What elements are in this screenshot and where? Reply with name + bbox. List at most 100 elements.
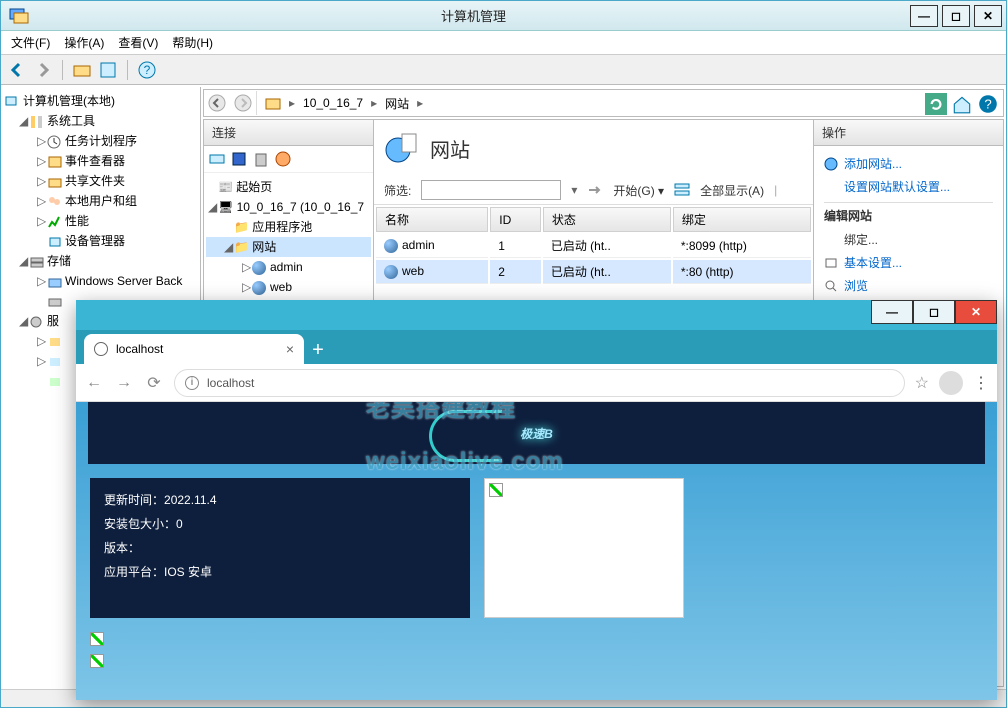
col-state[interactable]: 状态 [543, 207, 671, 232]
actions-header: 操作 [814, 120, 1003, 146]
folder-icon [261, 96, 285, 110]
sites-icon [384, 130, 420, 166]
window-title: 计算机管理 [441, 6, 506, 25]
iis-forward-button[interactable] [230, 91, 256, 115]
tree-root[interactable]: 计算机管理(本地) [3, 91, 198, 111]
col-binding[interactable]: 绑定 [673, 207, 811, 232]
tree-local-users[interactable]: ▷本地用户和组 [3, 191, 198, 211]
conn-save-icon[interactable] [230, 150, 248, 168]
conn-sites[interactable]: ◢📁 网站 [206, 237, 371, 257]
tree-shared-folders[interactable]: ▷共享文件夹 [3, 171, 198, 191]
table-row[interactable]: admin 1 已启动 (ht.. *:8099 (http) [376, 234, 811, 258]
menu-action[interactable]: 操作(A) [64, 34, 104, 51]
conn-start-page[interactable]: 📰 起始页 [206, 177, 371, 197]
tab-favicon-icon [94, 342, 108, 356]
sites-title: 网站 [430, 134, 470, 163]
table-row[interactable]: web 2 已启动 (ht.. *:80 (http) [376, 260, 811, 284]
conn-apppools[interactable]: 📁 应用程序池 [206, 217, 371, 237]
forward-icon[interactable] [33, 60, 53, 80]
forward-icon[interactable]: → [114, 374, 134, 392]
address-bar[interactable]: i localhost [174, 369, 905, 397]
broken-image-icon [90, 654, 104, 668]
conn-connect-icon[interactable] [208, 150, 226, 168]
browser-maximize-button[interactable]: ◻ [913, 300, 955, 324]
action-bindings[interactable]: 绑定... [824, 228, 993, 251]
browser-viewport[interactable]: 老吴搭建教程 weixiaolive.com 极速B 更新时间：2022.11.… [76, 402, 997, 700]
connections-toolbar [204, 146, 373, 173]
folder-up-icon[interactable] [72, 60, 92, 80]
iis-home-icon[interactable] [951, 93, 973, 113]
app-icon [7, 4, 31, 28]
iis-breadcrumb[interactable]: ▸ 10_0_16_7 ▸ 网站 ▸ [256, 91, 921, 115]
col-name[interactable]: 名称 [376, 207, 488, 232]
menu-file[interactable]: 文件(F) [11, 34, 50, 51]
iis-help-icon[interactable]: ? [977, 93, 999, 113]
tree-device-manager[interactable]: 设备管理器 [3, 231, 198, 251]
tree-task-scheduler[interactable]: ▷任务计划程序 [3, 131, 198, 151]
connections-header: 连接 [204, 120, 373, 146]
tree-performance[interactable]: ▷性能 [3, 211, 198, 231]
close-button[interactable]: ✕ [974, 5, 1002, 27]
new-tab-button[interactable]: + [304, 336, 332, 364]
tab-title: localhost [116, 342, 163, 356]
connections-tree[interactable]: 📰 起始页 ◢🖥 10_0_16_7 (10_0_16_7 📁 应用程序池 ◢📁… [204, 173, 373, 301]
browser-tab[interactable]: localhost × [84, 334, 304, 364]
tree-event-viewer[interactable]: ▷事件查看器 [3, 151, 198, 171]
minimize-button[interactable]: — [910, 5, 938, 27]
site-info-icon[interactable]: i [185, 376, 199, 390]
back-icon[interactable] [7, 60, 27, 80]
crumb-host[interactable]: 10_0_16_7 [299, 96, 367, 110]
action-add-site[interactable]: 添加网站... [824, 152, 993, 175]
filter-input[interactable] [421, 180, 561, 200]
action-site-defaults[interactable]: 设置网站默认设置... [824, 175, 993, 198]
maximize-button[interactable]: ◻ [942, 5, 970, 27]
action-basic-settings[interactable]: 基本设置... [824, 251, 993, 274]
filter-label: 筛选: [384, 182, 411, 199]
menu-help[interactable]: 帮助(H) [172, 34, 213, 51]
titlebar[interactable]: 计算机管理 — ◻ ✕ [1, 1, 1006, 31]
start-link[interactable]: 开始(G) ▾ [613, 182, 664, 199]
browser-close-button[interactable]: ✕ [955, 300, 997, 324]
iis-address-bar: ▸ 10_0_16_7 ▸ 网站 ▸ ? [203, 89, 1004, 117]
toolbar: ? [1, 55, 1006, 85]
browser-titlebar[interactable]: — ◻ ✕ [76, 300, 997, 330]
page-banner: 极速B [88, 402, 985, 464]
conn-delete-icon[interactable] [252, 150, 270, 168]
info-panel: 更新时间：2022.11.4 安装包大小：0 版本： 应用平台：IOS 安卓 [90, 478, 470, 618]
svg-text:?: ? [144, 63, 151, 77]
reload-icon[interactable]: ⟳ [144, 373, 164, 393]
tree-system-tools[interactable]: ◢系统工具 [3, 111, 198, 131]
showall-link[interactable]: 全部显示(A) [700, 182, 764, 199]
back-icon[interactable]: ← [84, 374, 104, 392]
profile-avatar[interactable] [939, 371, 963, 395]
broken-image-icon [90, 632, 104, 646]
broken-image-box [484, 478, 684, 618]
action-browse[interactable]: 浏览 [824, 274, 993, 297]
action-edit-site-header: 编辑网站 [824, 202, 993, 228]
col-id[interactable]: ID [490, 207, 541, 232]
url-text: localhost [207, 376, 254, 390]
sites-table[interactable]: 名称 ID 状态 绑定 admin 1 已启动 (ht.. *:8099 (ht… [374, 205, 813, 286]
help-icon[interactable]: ? [137, 60, 157, 80]
iis-refresh-icon[interactable] [925, 93, 947, 113]
iis-back-button[interactable] [204, 91, 230, 115]
browser-tabbar: localhost × + [76, 330, 997, 364]
tab-close-icon[interactable]: × [286, 341, 294, 357]
go-icon[interactable] [587, 182, 603, 198]
conn-site-admin[interactable]: ▷admin [206, 257, 371, 277]
crumb-sites[interactable]: 网站 [381, 95, 413, 112]
conn-site-web[interactable]: ▷web [206, 277, 371, 297]
conn-host[interactable]: ◢🖥 10_0_16_7 (10_0_16_7 [206, 197, 371, 217]
svg-text:?: ? [984, 96, 991, 111]
bookmark-icon[interactable]: ☆ [915, 373, 929, 393]
broken-image-icon [489, 483, 503, 497]
menubar: 文件(F) 操作(A) 查看(V) 帮助(H) [1, 31, 1006, 55]
menu-icon[interactable]: ⋮ [973, 373, 989, 393]
tree-storage[interactable]: ◢存储 [3, 251, 198, 271]
browser-minimize-button[interactable]: — [871, 300, 913, 324]
browser-window: — ◻ ✕ localhost × + ← → ⟳ i localhost ☆ … [76, 300, 997, 700]
conn-stop-icon[interactable] [274, 150, 292, 168]
tree-wsb[interactable]: ▷Windows Server Back [3, 271, 198, 291]
properties-icon[interactable] [98, 60, 118, 80]
menu-view[interactable]: 查看(V) [118, 34, 158, 51]
